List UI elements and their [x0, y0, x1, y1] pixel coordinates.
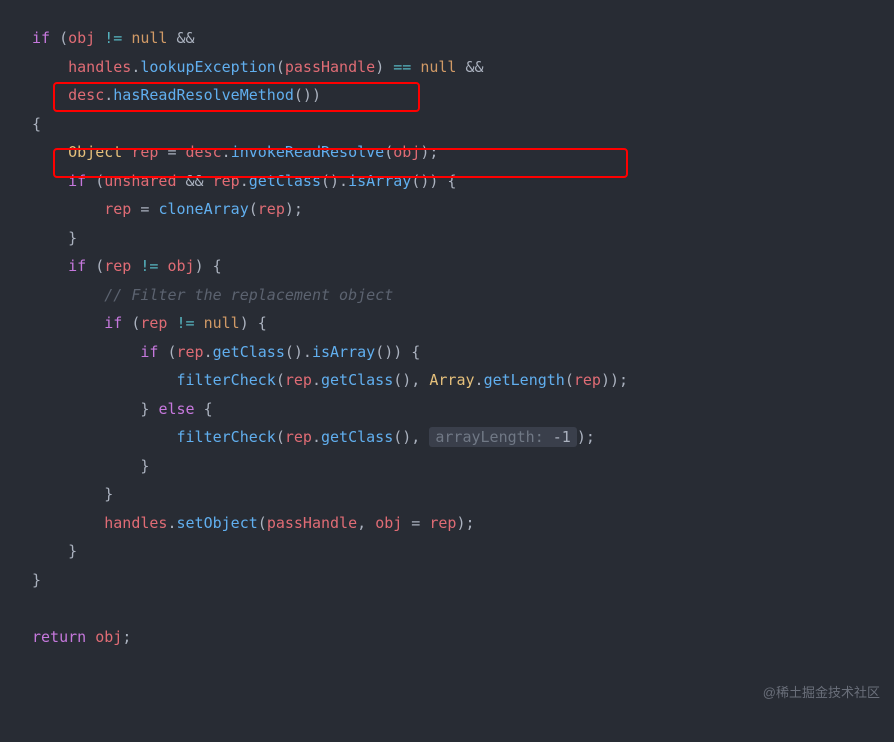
parameter-hint: arrayLength: -1 — [429, 427, 576, 447]
code-line: if (obj != null && — [32, 24, 894, 53]
code-line: rep = cloneArray(rep); — [32, 195, 894, 224]
code-block: if (obj != null && handles.lookupExcepti… — [32, 24, 894, 651]
code-line: Object rep = desc.invokeReadResolve(obj)… — [32, 138, 894, 167]
code-line: if (rep != obj) { — [32, 252, 894, 281]
code-line: filterCheck(rep.getClass(), Array.getLen… — [32, 366, 894, 395]
code-line: filterCheck(rep.getClass(), arrayLength:… — [32, 423, 894, 452]
code-line: } — [32, 452, 894, 481]
code-line: } — [32, 566, 894, 595]
code-line: desc.hasReadResolveMethod()) — [32, 81, 894, 110]
code-line: if (unshared && rep.getClass().isArray()… — [32, 167, 894, 196]
code-line: } — [32, 537, 894, 566]
code-line: { — [32, 110, 894, 139]
watermark: @稀土掘金技术社区 — [763, 681, 880, 706]
code-line: if (rep.getClass().isArray()) { — [32, 338, 894, 367]
code-line: handles.lookupException(passHandle) == n… — [32, 53, 894, 82]
code-line — [32, 594, 894, 623]
code-line: } — [32, 480, 894, 509]
code-line: // Filter the replacement object — [32, 281, 894, 310]
code-line: if (rep != null) { — [32, 309, 894, 338]
code-line: } — [32, 224, 894, 253]
code-line: return obj; — [32, 623, 894, 652]
code-line: } else { — [32, 395, 894, 424]
code-line: handles.setObject(passHandle, obj = rep)… — [32, 509, 894, 538]
